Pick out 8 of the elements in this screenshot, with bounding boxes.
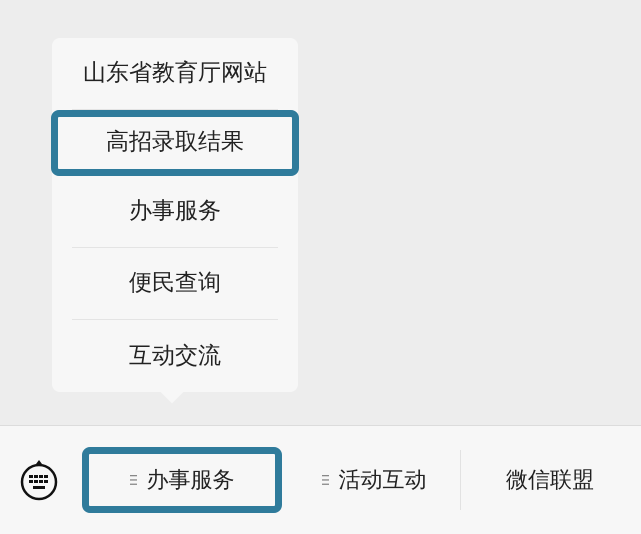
- menu-item[interactable]: 便民查询: [72, 248, 278, 320]
- keyboard-icon[interactable]: [18, 459, 60, 501]
- menu-tab[interactable]: 微信联盟: [461, 451, 639, 509]
- menu-item[interactable]: 办事服务: [72, 176, 278, 248]
- menu-tab[interactable]: 办事服务: [86, 451, 278, 509]
- menu-item[interactable]: 互动交流: [72, 320, 278, 392]
- menu-item[interactable]: 山东省教育厅网站: [72, 38, 278, 110]
- menu-tab[interactable]: 活动互动: [288, 451, 460, 509]
